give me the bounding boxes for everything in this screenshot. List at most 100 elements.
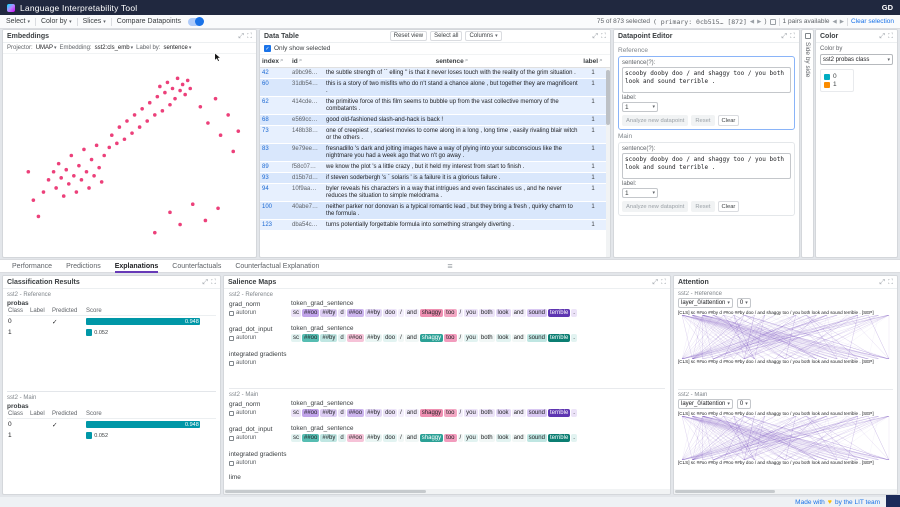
table-row[interactable]: 68e569cc…good old-fashioned slash-and-ha… [260, 115, 606, 126]
embedding-point[interactable] [236, 129, 240, 133]
embedding-point[interactable] [178, 223, 182, 227]
salience-token[interactable]: doo [383, 409, 397, 417]
popout-icon[interactable]: ⤢ [652, 279, 658, 286]
embeddings-scatter[interactable] [3, 54, 256, 257]
user-menu[interactable]: GD [882, 3, 893, 12]
salience-token[interactable]: shaggy [420, 309, 443, 317]
only-show-selected-checkbox[interactable]: ✓ [264, 45, 271, 52]
next-pair-button[interactable]: ▶ [840, 19, 844, 25]
salience-token[interactable]: d [338, 334, 345, 342]
embedding-point[interactable] [85, 170, 89, 174]
analyze-button[interactable]: Analyze new datapoint [622, 201, 688, 212]
embedding-point[interactable] [95, 144, 99, 148]
salience-token[interactable]: terrible [548, 334, 570, 342]
embedding-point[interactable] [158, 85, 162, 89]
horizontal-scrollbar[interactable] [224, 489, 670, 494]
salience-token[interactable]: d [338, 309, 345, 317]
salience-token[interactable]: sc [291, 434, 301, 442]
salience-token[interactable]: and [405, 334, 419, 342]
embedding-point[interactable] [138, 125, 142, 129]
salience-token[interactable]: ##by [320, 309, 337, 317]
color-by-select[interactable]: sst2 probas class▾ [820, 54, 893, 65]
salience-token[interactable]: sound [527, 309, 547, 317]
layer-select[interactable]: layer_0/attention▾ [678, 399, 733, 409]
salience-token[interactable]: ##oo [302, 334, 319, 342]
salience-token[interactable]: both [479, 434, 495, 442]
embedding-point[interactable] [110, 133, 114, 137]
popout-icon[interactable]: ⤢ [879, 33, 885, 40]
popout-icon[interactable]: ⤢ [781, 33, 787, 40]
salience-token[interactable]: shaggy [420, 334, 443, 342]
embedding-point[interactable] [80, 178, 84, 182]
salience-token[interactable]: ##oo [347, 434, 364, 442]
head-select[interactable]: 0▾ [737, 298, 751, 308]
salience-token[interactable]: . [571, 309, 577, 317]
embedding-point[interactable] [231, 150, 235, 154]
salience-token[interactable]: sound [527, 434, 547, 442]
embedding-point[interactable] [181, 83, 185, 87]
embedding-point[interactable] [64, 168, 68, 172]
embedding-point[interactable] [191, 202, 195, 206]
table-row[interactable]: 6031db54…this is a story of two misfits … [260, 79, 606, 97]
salience-token[interactable]: ##oo [302, 434, 319, 442]
search-icon[interactable]: ⌕ [280, 57, 284, 65]
checkbox-icon[interactable] [229, 461, 234, 466]
tab-explanations[interactable]: Explanations [115, 260, 159, 273]
salience-token[interactable]: terrible [548, 309, 570, 317]
embedding-point[interactable] [219, 133, 223, 137]
maximize-icon[interactable]: ⛶ [661, 279, 666, 286]
embedding-point[interactable] [148, 101, 152, 105]
salience-token[interactable]: shaggy [420, 434, 443, 442]
embedding-point[interactable] [204, 219, 208, 223]
salience-token[interactable]: too [444, 309, 456, 317]
embedding-point[interactable] [123, 137, 127, 141]
search-icon[interactable]: ⌕ [599, 57, 603, 65]
embedding-point[interactable] [145, 119, 149, 123]
embedding-point[interactable] [125, 119, 129, 123]
autorun-control[interactable]: autorun [229, 410, 291, 416]
salience-token[interactable]: ##oo [302, 409, 319, 417]
table-row[interactable]: 123dba54c…turns potentially forgettable … [260, 220, 606, 231]
salience-token[interactable]: look [496, 309, 511, 317]
tab-predictions[interactable]: Predictions [66, 260, 101, 273]
tab-counterfactuals[interactable]: Counterfactuals [172, 260, 221, 273]
salience-token[interactable]: look [496, 434, 511, 442]
popout-icon[interactable]: ⤢ [202, 279, 208, 286]
embedding-point[interactable] [100, 180, 104, 184]
salience-token[interactable]: and [512, 309, 526, 317]
salience-token[interactable]: sound [527, 409, 547, 417]
embedding-point[interactable] [216, 206, 220, 210]
salience-token[interactable]: ##oo [302, 309, 319, 317]
prev-pair-button[interactable]: ◀ [833, 19, 837, 25]
maximize-icon[interactable]: ⛶ [888, 279, 893, 286]
embedding-point[interactable] [214, 97, 218, 101]
salience-token[interactable]: both [479, 309, 495, 317]
maximize-icon[interactable]: ⛶ [247, 33, 252, 40]
search-icon[interactable]: ⌕ [299, 57, 303, 65]
table-row[interactable]: 62414cde…the primitive force of this fil… [260, 97, 606, 115]
maximize-icon[interactable]: ⛶ [790, 33, 795, 40]
prev-datapoint-button[interactable]: ◀ [750, 19, 754, 25]
side-by-side-checkbox[interactable] [805, 33, 811, 39]
column-header-id[interactable]: id⌕ [290, 57, 324, 65]
salience-token[interactable]: doo [383, 434, 397, 442]
slices-menu[interactable]: Slices▾ [83, 18, 106, 25]
salience-token[interactable]: and [405, 434, 419, 442]
maximize-icon[interactable]: ⛶ [211, 279, 216, 286]
layer-select[interactable]: layer_0/attention▾ [678, 298, 733, 308]
autorun-control[interactable]: autorun [229, 335, 291, 341]
sentence-textarea[interactable]: scooby dooby doo / and shaggy too / you … [622, 153, 791, 179]
column-header-sentence[interactable]: sentence⌕ [324, 57, 580, 65]
scrollbar-thumb[interactable] [675, 490, 775, 493]
table-row[interactable]: 42a9bc96…the subtle strength of `` ellin… [260, 68, 606, 79]
salience-token[interactable]: ##by [365, 409, 382, 417]
embedding-point[interactable] [87, 186, 91, 190]
reset-view-button[interactable]: Reset view [390, 31, 427, 41]
label-select[interactable]: 1▾ [622, 102, 658, 112]
drag-handle-icon[interactable]: ≡ [447, 260, 452, 273]
column-header-label[interactable]: label⌕ [580, 57, 606, 65]
embedding-point[interactable] [59, 176, 63, 180]
table-row[interactable]: 89f58c07…we know the plot 's a little cr… [260, 162, 606, 173]
clear-button[interactable]: Clear [718, 115, 740, 126]
embedding-point[interactable] [42, 190, 46, 194]
